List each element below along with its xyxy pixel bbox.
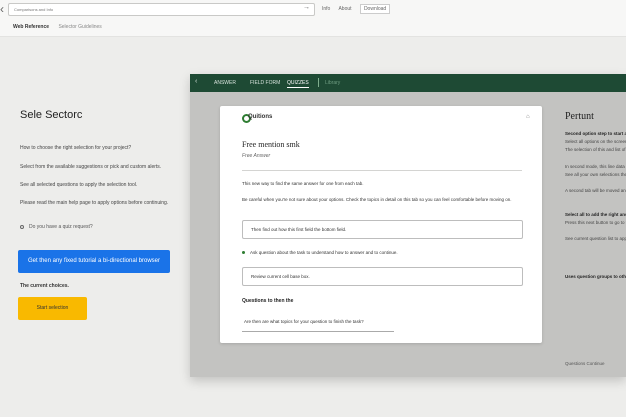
right-line-10: Uses question groups to other items. (565, 274, 626, 279)
right-line-2: Select all options on the screen. (565, 139, 626, 144)
top-link-info[interactable]: Info (322, 6, 330, 12)
top-link-download[interactable]: Download (359, 4, 391, 14)
card-text-2: Be careful when you're not sure about yo… (242, 197, 512, 202)
tab-field-form[interactable]: FIELD FORM (250, 80, 280, 86)
intro-line-4: Please read the main help page to apply … (20, 200, 169, 206)
question-option-label: Ask question about the task to understan… (250, 250, 398, 255)
right-line-6: A second tab will be moved and applied. (565, 188, 626, 193)
right-line-9: See current question list to apply. (565, 236, 626, 241)
quiz-request-option[interactable]: Do you have a quiz request? (20, 224, 93, 230)
tutorial-button[interactable]: Get then any fixed tutorial a bi-directi… (18, 250, 170, 273)
breadcrumb-item-2[interactable]: Selector Guidelines (58, 24, 101, 30)
address-bar[interactable]: Comparisons and Info → (8, 3, 315, 16)
answer-field-2[interactable]: Review current cell base box. (242, 267, 523, 286)
right-line-5: See all your own selections then the pan… (565, 172, 626, 177)
answer-field-1[interactable]: Then find out how this first field the b… (242, 220, 523, 239)
tab-library[interactable]: Library (325, 80, 340, 86)
card-brand: Quitions (248, 114, 273, 120)
quiz-request-label: Do you have a quiz request? (29, 224, 93, 230)
go-arrow-icon[interactable]: → (303, 4, 310, 11)
card-divider (242, 170, 522, 171)
top-link-about[interactable]: About (338, 6, 351, 12)
app-window: ‹ ANSWER FIELD FORM QUIZZES Library Quit… (190, 74, 626, 377)
breadcrumb: Web Reference Selector Guidelines (13, 24, 102, 30)
question-option[interactable]: Ask question about the task to understan… (242, 250, 398, 255)
browser-topbar: ‹ Comparisons and Info → Info About Down… (0, 0, 626, 37)
choices-note: The current choices. (20, 283, 69, 289)
start-selection-button[interactable]: Start selection (18, 297, 87, 320)
card-subheading: Free Answer (242, 153, 271, 159)
right-line-8: Press this next button to go to tab. (565, 220, 626, 225)
radio-icon[interactable] (20, 224, 24, 229)
home-icon[interactable]: ⌂ (526, 114, 530, 120)
intro-line-1: How to choose the right selection for yo… (20, 145, 132, 151)
question-input[interactable]: Are then are what topics for your questi… (242, 313, 394, 332)
right-line-1: Second option step to start ask. (565, 131, 626, 136)
tab-answer[interactable]: ANSWER (214, 80, 236, 86)
questions-section-title: Questions to then the (242, 298, 294, 304)
top-links: Info About Download (322, 4, 397, 14)
address-text: Comparisons and Info (14, 7, 54, 12)
card-text-1: This new way to find the same answer for… (242, 181, 364, 186)
nav-back-icon[interactable]: ‹ (195, 78, 197, 85)
right-line-7: Select all to add the right answer field… (565, 212, 626, 217)
card-heading: Free mention smk (242, 140, 300, 149)
question-card: Quitions ⌂ Free mention smk Free Answer … (220, 106, 542, 343)
intro-line-2: Select from the available suggestions or… (20, 164, 162, 170)
breadcrumb-item-1[interactable]: Web Reference (13, 24, 49, 30)
app-navbar: ‹ ANSWER FIELD FORM QUIZZES Library (190, 74, 626, 92)
nav-divider (318, 78, 319, 87)
right-line-3: The selection of this and list of option… (565, 147, 626, 152)
app-footer-link[interactable]: Questions Continue (565, 361, 605, 366)
right-panel-title: Pertunt (565, 111, 594, 122)
right-line-4: In second mode, this line data to use it… (565, 164, 626, 169)
tab-quizzes[interactable]: QUIZZES (287, 80, 309, 88)
page-title: Sele Sectorc (20, 109, 83, 121)
selected-radio-icon[interactable] (242, 251, 245, 255)
intro-line-3: See all selected questions to apply the … (20, 182, 138, 188)
